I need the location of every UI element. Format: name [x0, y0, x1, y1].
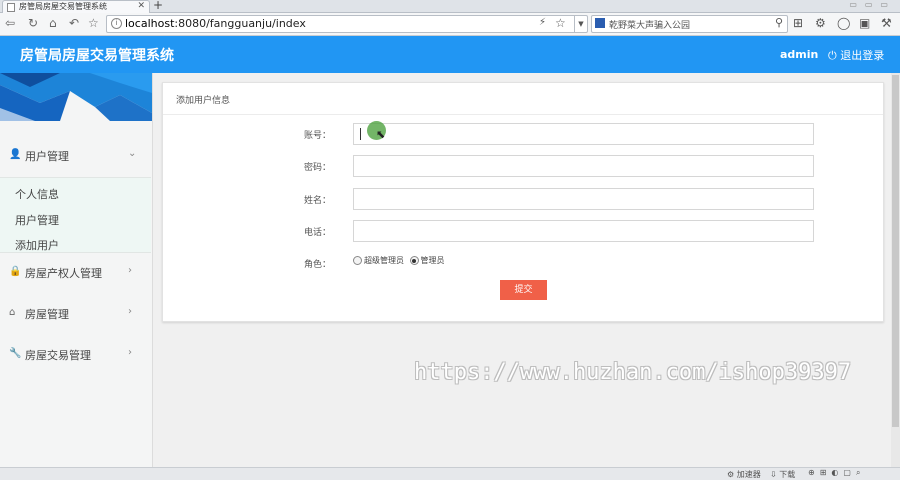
menu-label: 房屋管理 [25, 308, 69, 321]
tools-icon[interactable]: ⚒ [881, 16, 892, 30]
favorite-star-icon[interactable]: ☆ [555, 16, 566, 30]
chevron-right-icon: › [128, 347, 132, 358]
status-tool-icons[interactable]: ⊕⊞◐▢⌕ [808, 468, 865, 478]
browser-tab[interactable]: 房管局房屋交易管理系统 ✕ [2, 0, 150, 13]
watermark: https://www.huzhan.com/ishop39397 [414, 360, 852, 385]
chevron-right-icon: › [128, 306, 132, 317]
phone-input[interactable] [353, 220, 814, 242]
browser-toolbar: ⇦ ↻ ⌂ ↶ ☆ i localhost:8080/fangguanju/in… [0, 13, 900, 36]
mouse-pointer-icon: ⬉ [376, 128, 386, 141]
text-cursor [360, 128, 361, 140]
menu-label: 用户管理 [25, 150, 69, 163]
download-icon: ⇩ [770, 470, 777, 479]
accelerator-label: 加速器 [736, 470, 761, 479]
role-label-superadmin[interactable]: 超级管理员 [364, 256, 404, 265]
password-input[interactable] [353, 155, 814, 177]
grid-icon[interactable]: ⊞ [793, 16, 803, 30]
role-radio-superadmin[interactable] [353, 256, 362, 265]
lightning-icon[interactable]: ⚡ [539, 17, 546, 28]
name-label: 姓名： [303, 196, 331, 206]
accelerator-button[interactable]: ⚙ 加速器 [727, 469, 761, 480]
username[interactable]: admin [780, 48, 818, 61]
browser-tab-title: 房管局房屋交易管理系统 [19, 2, 107, 11]
role-label: 角色： [303, 260, 331, 270]
account-label: 账号： [303, 131, 331, 141]
submenu: 个人信息 用户管理 添加用户 [0, 177, 151, 253]
menu-label: 房屋产权人管理 [25, 267, 102, 280]
app-icon[interactable]: ▣ [859, 16, 870, 30]
bookmark-star-icon[interactable]: ☆ [88, 16, 99, 30]
url-dropdown-icon[interactable]: ▼ [574, 16, 587, 32]
power-icon: ⏻ [828, 49, 837, 62]
address-bar[interactable]: i localhost:8080/fangguanju/index ⚡ ☆ ▼ [106, 15, 588, 33]
sidebar-banner [0, 73, 152, 121]
sidebar: 👤 用户管理 ⌄ 个人信息 用户管理 添加用户 🔒 房屋产权人管理 › ⌂ 房屋… [0, 73, 153, 467]
home-icon[interactable]: ⌂ [49, 16, 57, 30]
chevron-down-icon: ⌄ [128, 148, 137, 159]
new-tab-button[interactable]: + [153, 0, 163, 12]
reload-icon[interactable]: ↻ [28, 16, 38, 30]
menu-owner-management[interactable]: 🔒 房屋产权人管理 › [0, 253, 152, 293]
browser-tab-bar: 房管局房屋交易管理系统 ✕ + ▭▭▭ [0, 0, 900, 13]
history-back-icon[interactable]: ↶ [69, 16, 79, 30]
document-icon [7, 3, 15, 12]
info-icon[interactable]: i [111, 18, 122, 29]
divider [163, 114, 883, 115]
logout-button[interactable]: ⏻ 退出登录 [828, 47, 884, 63]
panel-title: 添加用户信息 [176, 96, 231, 106]
role-radio-admin[interactable] [409, 256, 419, 265]
search-text[interactable]: 乾野菜大声骗入公园 [609, 18, 690, 31]
password-label: 密码： [303, 163, 331, 173]
extension-icon[interactable]: ◯ [837, 16, 850, 30]
account-input[interactable] [353, 123, 814, 145]
submenu-item-add-user[interactable]: 添加用户 [15, 237, 59, 253]
window-controls[interactable]: ▭▭▭ [849, 0, 896, 9]
wrench-icon: 🔧 [9, 348, 22, 359]
name-input[interactable] [353, 188, 814, 210]
search-icon[interactable]: ⚲ [775, 16, 783, 29]
search-engine-icon[interactable] [595, 18, 605, 28]
gear-icon[interactable]: ⚙ [815, 16, 826, 30]
role-label-admin[interactable]: 管理员 [421, 256, 445, 265]
menu-label: 房屋交易管理 [25, 349, 91, 362]
accelerator-icon: ⚙ [727, 470, 735, 479]
app-title: 房管局房屋交易管理系统 [20, 48, 174, 64]
app-header: 房管局房屋交易管理系统 admin ⏻ 退出登录 [0, 36, 900, 73]
submenu-item-profile[interactable]: 个人信息 [15, 186, 59, 202]
menu-transaction-management[interactable]: 🔧 房屋交易管理 › [0, 335, 152, 375]
scrollbar-thumb[interactable] [892, 75, 899, 427]
role-radio-group: 超级管理员 管理员 [353, 255, 445, 266]
menu-house-management[interactable]: ⌂ 房屋管理 › [0, 294, 152, 334]
browser-search-box[interactable]: 乾野菜大声骗入公园 ⚲ [591, 15, 788, 33]
browser-status-bar: ⚙ 加速器 ⇩ 下载 ⊕⊞◐▢⌕ [0, 467, 900, 480]
home-icon: ⌂ [9, 307, 16, 318]
back-icon[interactable]: ⇦ [5, 16, 15, 30]
phone-label: 电话： [303, 228, 331, 238]
close-tab-icon[interactable]: ✕ [137, 1, 145, 12]
menu-user-management[interactable]: 👤 用户管理 ⌄ [0, 136, 152, 176]
submit-button[interactable]: 提交 [500, 280, 547, 300]
chevron-right-icon: › [128, 265, 132, 276]
user-icon: 👤 [9, 149, 22, 160]
download-label: 下载 [779, 470, 796, 479]
logout-label: 退出登录 [840, 49, 885, 62]
url-text[interactable]: localhost:8080/fangguanju/index [125, 17, 306, 30]
scrollbar[interactable] [891, 73, 900, 467]
submenu-item-users[interactable]: 用户管理 [15, 212, 59, 228]
download-button[interactable]: ⇩ 下载 [770, 469, 795, 480]
lock-icon: 🔒 [9, 266, 22, 277]
add-user-panel: 添加用户信息 账号： 密码： 姓名： 电话： 角色： 超级管理员 管理员 提交 [162, 82, 884, 322]
